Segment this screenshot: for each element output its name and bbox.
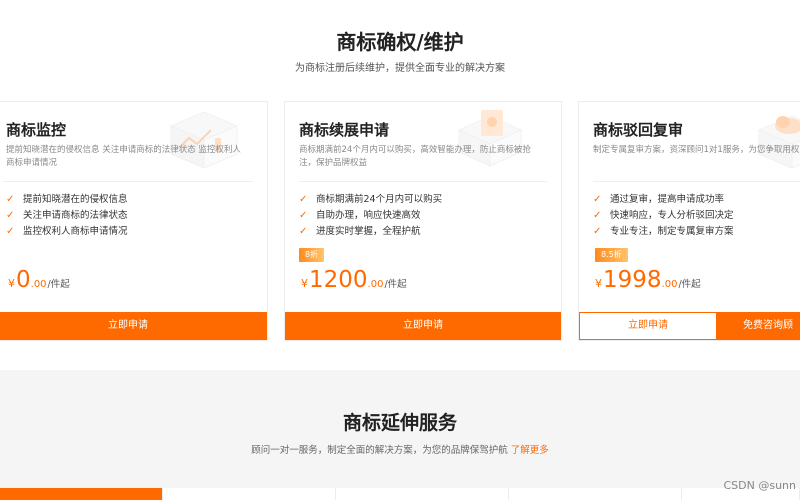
free-consult-button[interactable]: 免费咨询顾	[717, 312, 800, 340]
check-icon: ✓	[299, 210, 308, 221]
price-currency: ¥	[301, 277, 308, 290]
feature-item: ✓ 监控权利人商标申请情况	[6, 224, 128, 240]
price-integer: 0	[16, 267, 31, 293]
extension-subtitle: 顾问一对一服务，制定全面的解决方案，为您的品牌保驾护航 了解更多	[251, 445, 549, 456]
price-currency: ¥	[595, 277, 602, 290]
extension-title: 商标延伸服务	[342, 412, 457, 434]
learn-more-link[interactable]: 了解更多	[511, 445, 549, 456]
check-icon: ✓	[593, 210, 602, 221]
service-tab[interactable]	[0, 488, 163, 500]
price-unit: /件起	[384, 279, 407, 290]
price-decimal: .00	[661, 279, 678, 290]
service-tab[interactable]	[336, 488, 509, 500]
section-subtitle: 为商标注册后续维护，提供全面专业的解决方案	[295, 63, 505, 74]
divider	[3, 181, 253, 182]
service-section: 商标确权/维护 为商标注册后续维护，提供全面专业的解决方案 商标监控 提前知晓潜…	[0, 0, 800, 370]
feature-item: ✓ 快速响应，专人分析驳回决定	[593, 208, 734, 224]
check-icon: ✓	[6, 194, 15, 205]
service-tab[interactable]	[509, 488, 682, 500]
watermark: CSDN @sunn	[723, 479, 796, 492]
card-description: 提前知晓潜在的侵权信息 关注申请商标的法律状态 监控权利人商标申请情况	[6, 145, 241, 168]
feature-item: ✓ 提前知晓潜在的侵权信息	[6, 192, 128, 208]
feature-item: ✓ 专业专注，制定专属复审方案	[593, 224, 734, 240]
discount-badge: 8.5折	[595, 248, 628, 262]
card-title: 商标驳回复审	[593, 121, 684, 139]
check-icon: ✓	[299, 226, 308, 237]
feature-item: ✓ 商标期满前24个月内可以购买	[299, 192, 442, 208]
price-currency: ¥	[8, 277, 15, 290]
check-icon: ✓	[6, 210, 15, 221]
card-title: 商标监控	[6, 121, 67, 139]
card-description: 制定专属复审方案，资深顾问1对1服务，为您争取用权	[593, 145, 800, 155]
check-icon: ✓	[6, 226, 15, 237]
feature-list: ✓ 提前知晓潜在的侵权信息 ✓ 关注申请商标的法律状态 ✓ 监控权利人商标申请情况	[6, 192, 128, 240]
card-rejection-review: 商标驳回复审 制定专属复审方案，资深顾问1对1服务，为您争取用权 ✓ 通过复审，提…	[578, 101, 800, 341]
feature-item: ✓ 自助办理，响应快速高效	[299, 208, 442, 224]
price-unit: /件起	[678, 279, 701, 290]
feature-list: ✓ 商标期满前24个月内可以购买 ✓ 自助办理，响应快速高效 ✓ 进度实时掌握，全程护…	[299, 192, 442, 240]
price: ¥ 1998 .00 /件起	[595, 265, 701, 295]
feature-item: ✓ 进度实时掌握，全程护航	[299, 224, 442, 240]
card-trademark-renewal: 商标续展申请 商标期满前24个月内可以购买，高效智能办理，防止商标被抢注，保护品…	[284, 101, 562, 341]
divider	[593, 181, 800, 182]
feature-item: ✓ 关注申请商标的法律状态	[6, 208, 128, 224]
price: ¥ 1200 .00 /件起	[301, 265, 407, 295]
price-integer: 1200	[309, 267, 368, 293]
service-tabs	[0, 488, 800, 500]
apply-button[interactable]: 立即申请	[0, 312, 267, 340]
price-decimal: .00	[30, 279, 47, 290]
service-tab[interactable]	[163, 488, 336, 500]
section-title: 商标确权/维护	[336, 30, 464, 54]
price-unit: /件起	[47, 279, 70, 290]
feature-item: ✓ 通过复审，提高申请成功率	[593, 192, 734, 208]
discount-badge: 8折	[299, 248, 325, 262]
price-decimal: .00	[367, 279, 384, 290]
price: ¥ 0 .00 /件起	[8, 265, 70, 295]
check-icon: ✓	[593, 226, 602, 237]
apply-button[interactable]: 立即申请	[285, 312, 561, 340]
card-title: 商标续展申请	[299, 121, 390, 139]
check-icon: ✓	[299, 194, 308, 205]
card-trademark-monitoring: 商标监控 提前知晓潜在的侵权信息 关注申请商标的法律状态 监控权利人商标申请情况…	[0, 101, 268, 341]
check-icon: ✓	[593, 194, 602, 205]
cloud-illustration-icon	[757, 115, 800, 169]
price-integer: 1998	[603, 267, 662, 293]
apply-button[interactable]: 立即申请	[579, 312, 717, 340]
card-description: 商标期满前24个月内可以购买，高效智能办理，防止商标被抢注，保护品牌权益	[299, 145, 531, 168]
divider	[299, 181, 547, 182]
extension-section: 商标延伸服务 顾问一对一服务，制定全面的解决方案，为您的品牌保驾护航 了解更多 …	[0, 370, 800, 500]
feature-list: ✓ 通过复审，提高申请成功率 ✓ 快速响应，专人分析驳回决定 ✓ 专业专注，制定专属复…	[593, 192, 734, 240]
